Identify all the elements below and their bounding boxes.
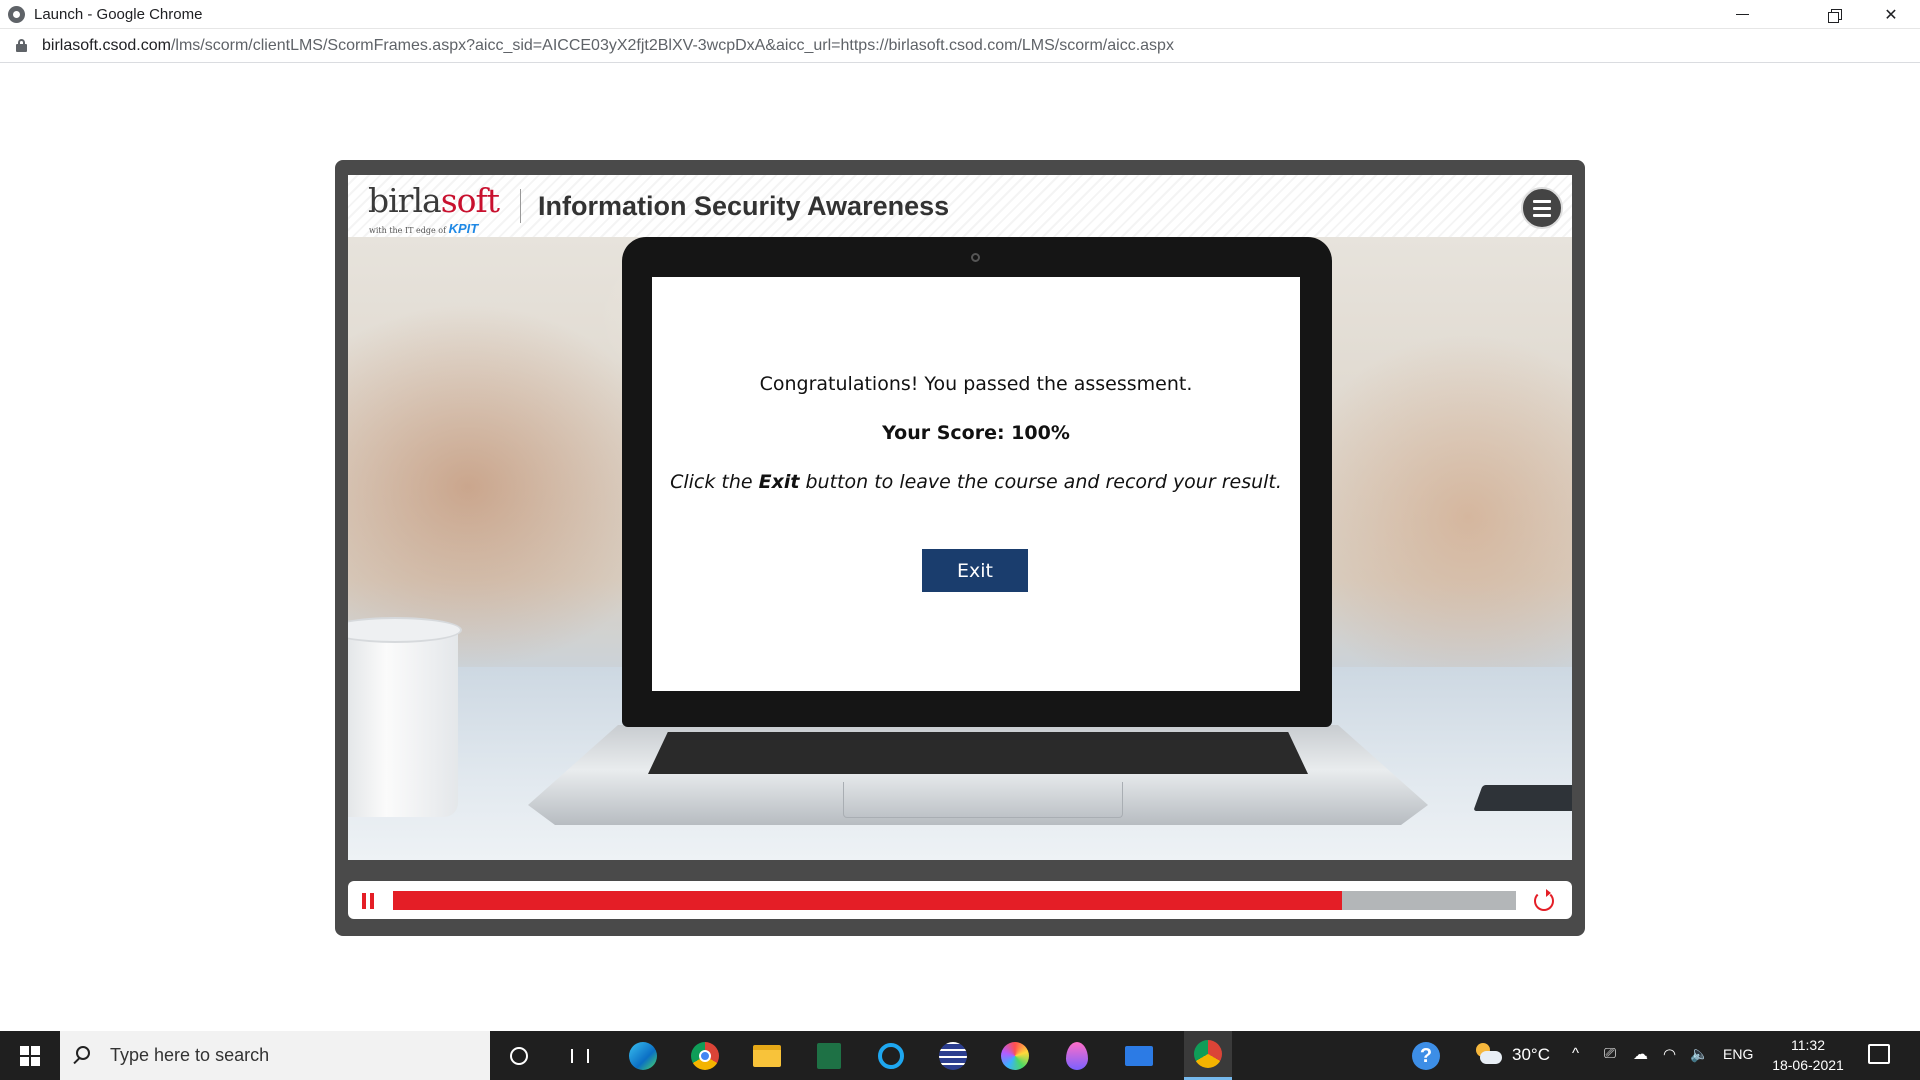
- menu-icon-bar: [1533, 213, 1551, 217]
- logo-word-main: birla: [368, 181, 442, 220]
- clock-time: 11:32: [1791, 1037, 1825, 1053]
- notebook-image: [1473, 785, 1572, 811]
- minimize-icon: [1735, 14, 1749, 15]
- cortana-ring-icon[interactable]: [874, 1039, 908, 1073]
- start-button[interactable]: [0, 1031, 60, 1080]
- chrome-window-icon: [8, 6, 25, 23]
- url-text[interactable]: birlasoft.csod.com/lms/scorm/clientLMS/S…: [42, 37, 1174, 55]
- windows-taskbar: Type here to search ? 30°C ^ ⎚ ☁ ◠ 🔈 ENG…: [0, 1031, 1920, 1080]
- vpn-icon[interactable]: [936, 1039, 970, 1073]
- windows-logo-icon: [20, 1045, 40, 1066]
- exit-button[interactable]: Exit: [922, 549, 1028, 592]
- temperature-text[interactable]: 30°C: [1512, 1045, 1550, 1065]
- address-bar[interactable]: birlasoft.csod.com/lms/scorm/clientLMS/S…: [0, 29, 1920, 63]
- edge-icon[interactable]: [626, 1039, 660, 1073]
- logo-kpit: KPIT: [448, 221, 479, 236]
- progress-track[interactable]: [393, 891, 1516, 910]
- clock[interactable]: 11:32 18-06-2021: [1768, 1035, 1848, 1075]
- url-host: birlasoft.csod.com: [42, 37, 171, 54]
- excel-icon[interactable]: [812, 1039, 846, 1073]
- minimize-button[interactable]: [1713, 0, 1771, 29]
- result-panel: Congratulations! You passed the assessme…: [652, 277, 1300, 691]
- exit-keyword: Exit: [758, 471, 800, 493]
- drop-icon[interactable]: [1060, 1039, 1094, 1073]
- laptop-trackpad-image: [843, 782, 1123, 818]
- file-explorer-icon[interactable]: [750, 1039, 784, 1073]
- restore-button[interactable]: [1805, 0, 1863, 29]
- laptop-keyboard-image: [648, 732, 1308, 774]
- progress-fill: [393, 891, 1342, 910]
- wifi-icon[interactable]: ◠: [1663, 1045, 1676, 1063]
- replay-icon[interactable]: [1534, 889, 1554, 911]
- notification-center-icon[interactable]: [1868, 1044, 1890, 1064]
- birlasoft-logo: birlasoft with the IT edge of KPIT: [368, 181, 508, 236]
- weather-icon[interactable]: [1476, 1043, 1502, 1067]
- logo-tagline: with the IT edge of: [369, 226, 447, 235]
- logo-word-accent: soft: [440, 181, 500, 220]
- search-placeholder: Type here to search: [110, 1045, 270, 1065]
- onedrive-icon[interactable]: ☁: [1633, 1045, 1648, 1063]
- coffee-mug-image: [348, 617, 462, 817]
- browser-title-bar: Launch - Google Chrome ✕: [0, 0, 1920, 29]
- close-button[interactable]: ✕: [1862, 0, 1920, 29]
- laptop-image: Congratulations! You passed the assessme…: [622, 237, 1332, 727]
- clock-date: 18-06-2021: [1772, 1057, 1844, 1073]
- playback-bar: [348, 881, 1572, 919]
- course-player: birlasoft with the IT edge of KPIT Infor…: [335, 160, 1585, 936]
- chrome-icon[interactable]: [688, 1039, 722, 1073]
- show-hidden-icons-chevron-icon[interactable]: ^: [1572, 1045, 1579, 1062]
- pause-button[interactable]: [362, 893, 376, 909]
- hamburger-menu-button[interactable]: [1521, 187, 1563, 229]
- menu-icon-bar: [1533, 206, 1551, 210]
- chrome-active-icon[interactable]: [1184, 1031, 1232, 1080]
- webcam-icon: [971, 253, 980, 262]
- help-icon[interactable]: ?: [1412, 1042, 1440, 1070]
- window-title: Launch - Google Chrome: [34, 6, 203, 23]
- course-header: birlasoft with the IT edge of KPIT Infor…: [348, 175, 1572, 237]
- congrats-message: Congratulations! You passed the assessme…: [759, 373, 1193, 395]
- slide-stage: Congratulations! You passed the assessme…: [348, 237, 1572, 860]
- language-indicator[interactable]: ENG: [1723, 1046, 1753, 1062]
- search-icon: [76, 1046, 90, 1060]
- menu-icon-bar: [1533, 199, 1551, 203]
- taskbar-search-box[interactable]: Type here to search: [60, 1031, 490, 1080]
- url-path: /lms/scorm/clientLMS/ScormFrames.aspx?ai…: [170, 37, 1174, 54]
- volume-icon[interactable]: 🔈: [1690, 1045, 1709, 1063]
- course-title: Information Security Awareness: [538, 191, 950, 221]
- cortana-icon[interactable]: [502, 1039, 536, 1073]
- restore-icon: [1828, 8, 1842, 23]
- exit-instruction: Click the Exit button to leave the cours…: [670, 471, 1282, 493]
- task-view-icon[interactable]: [563, 1039, 597, 1073]
- score-text: Your Score: 100%: [882, 422, 1070, 444]
- close-icon: ✕: [1884, 6, 1898, 24]
- meet-now-icon[interactable]: ⎚: [1604, 1045, 1616, 1062]
- paint-icon[interactable]: [998, 1039, 1032, 1073]
- lock-icon[interactable]: [16, 39, 27, 52]
- header-divider: [520, 189, 521, 223]
- mail-icon[interactable]: [1122, 1039, 1156, 1073]
